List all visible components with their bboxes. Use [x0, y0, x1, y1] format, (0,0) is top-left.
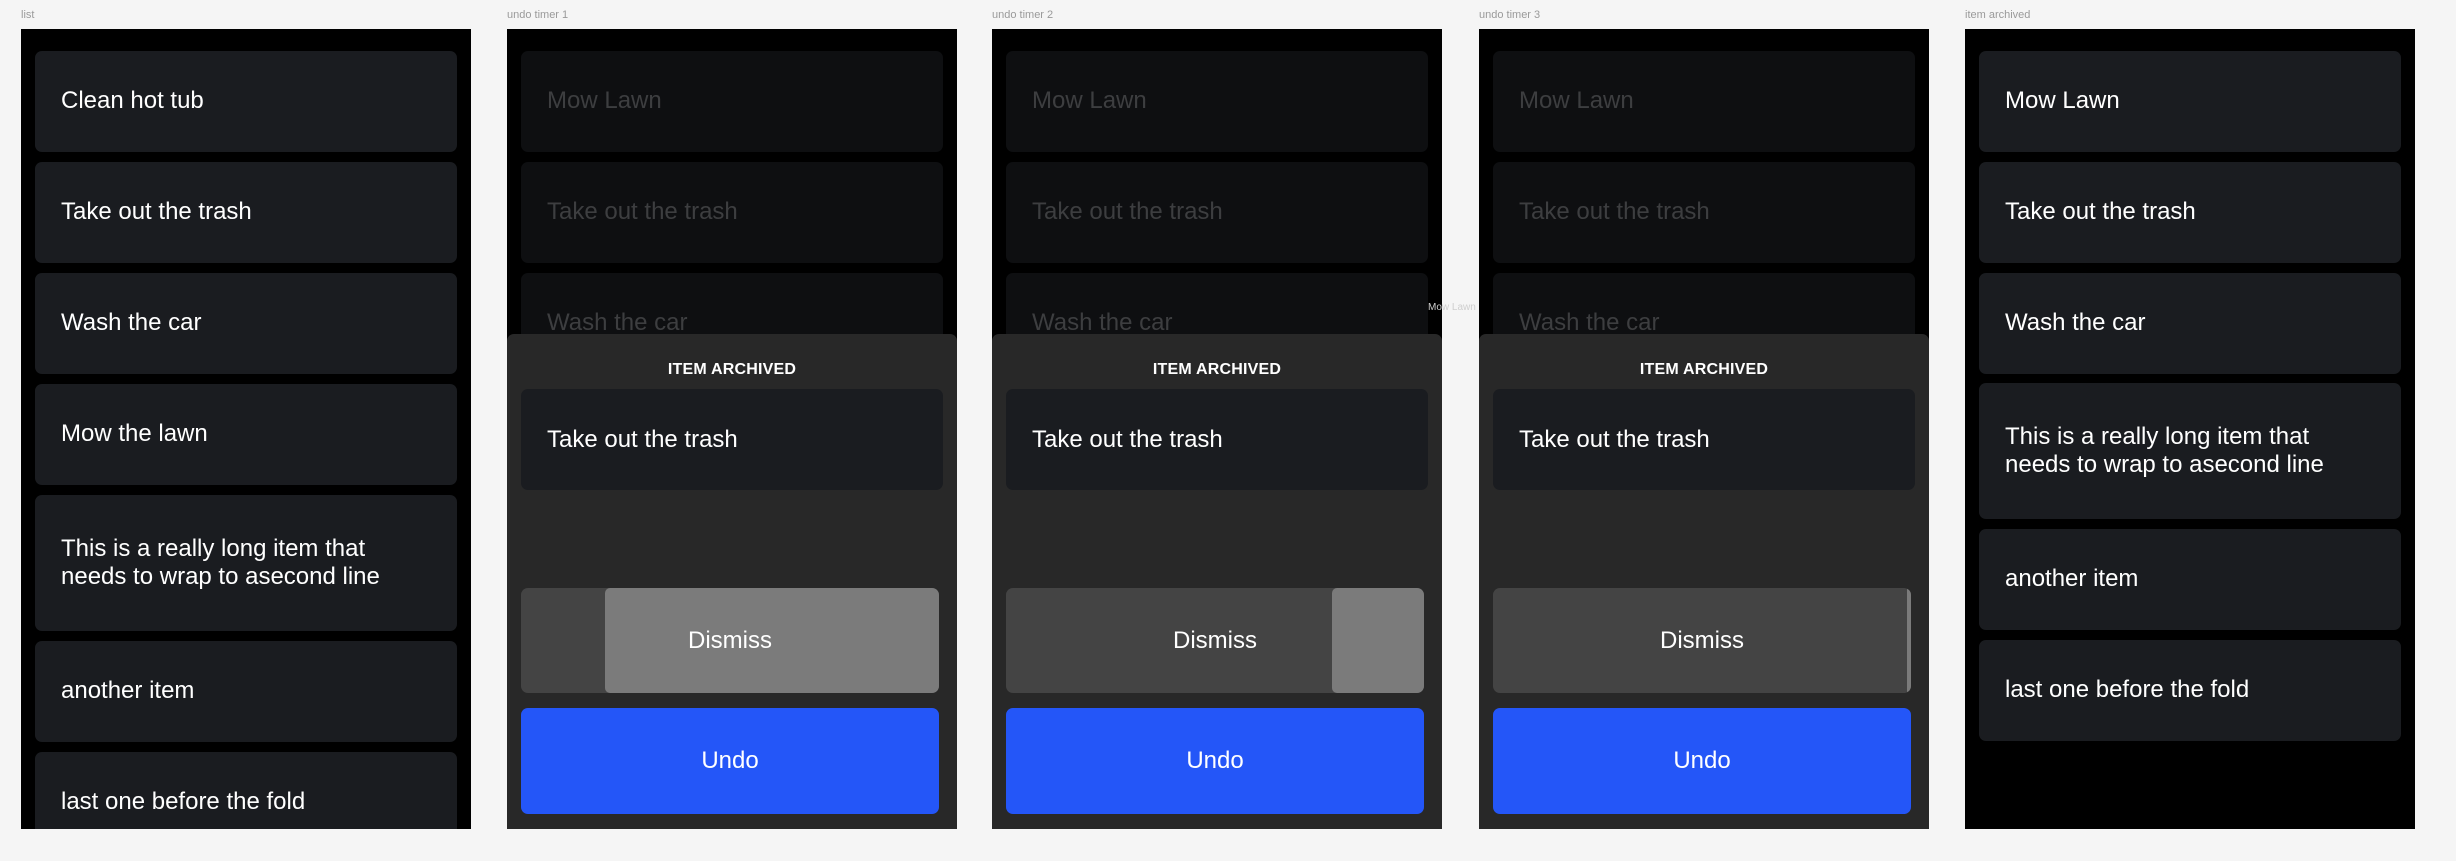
list-item[interactable]: Take out the trash [1979, 162, 2401, 263]
frame-label-undo-timer-2: undo timer 2 [992, 9, 1054, 21]
dimmed-list-item: Take out the trash [1006, 162, 1428, 263]
frame-item-archived: Mow Lawn Take out the trash Wash the car… [1965, 29, 2415, 829]
frame-label-item-archived: item archived [1965, 9, 2031, 21]
dimmed-list-item: Take out the trash [521, 162, 943, 263]
frame-label-undo-timer-3: undo timer 3 [1479, 9, 1541, 21]
frame-label-undo-timer-1: undo timer 1 [507, 9, 569, 21]
frame-label-list: list [21, 9, 35, 21]
archived-sheet: ITEM ARCHIVED Take out the trash Dismiss… [992, 334, 1442, 829]
list-item[interactable]: Mow Lawn [1979, 51, 2401, 152]
archived-item-card: Take out the trash [521, 389, 943, 490]
dimmed-list-item: Mow Lawn [1006, 51, 1428, 152]
list-item[interactable]: another item [35, 641, 457, 742]
dismiss-button[interactable]: Dismiss [1493, 588, 1911, 693]
dismiss-label: Dismiss [688, 626, 772, 654]
frame-undo-timer-3: Mow Lawn Take out the trash Wash the car… [1479, 29, 1929, 829]
dimmed-list-item: Take out the trash [1493, 162, 1915, 263]
dismiss-label: Dismiss [1173, 626, 1257, 654]
frame-undo-timer-2: Mow Lawn Take out the trash Wash the car… [992, 29, 1442, 829]
undo-button[interactable]: Undo [521, 708, 939, 814]
list-item[interactable]: Wash the car [1979, 273, 2401, 374]
dismiss-button[interactable]: Dismiss [521, 588, 939, 693]
dimmed-list-item: Mow Lawn [521, 51, 943, 152]
list-item[interactable]: another item [1979, 529, 2401, 630]
archived-sheet: ITEM ARCHIVED Take out the trash Dismiss… [1479, 334, 1929, 829]
dimmed-list-item: Mow Lawn [1493, 51, 1915, 152]
frame-list: Clean hot tub Take out the trash Wash th… [21, 29, 471, 829]
sheet-title: ITEM ARCHIVED [1152, 361, 1282, 378]
list-item[interactable]: This is a really long item that needs to… [35, 495, 457, 631]
list-item[interactable]: This is a really long item that needs to… [1979, 383, 2401, 519]
list-item[interactable]: Take out the trash [35, 162, 457, 263]
list-item[interactable]: Clean hot tub [35, 51, 457, 152]
list-item[interactable]: last one before the fold [35, 752, 457, 829]
frame-undo-timer-1: Mow Lawn Take out the trash Wash the car… [507, 29, 957, 829]
stray-text: Mow Lawn [1428, 302, 1476, 313]
list-item[interactable]: Mow the lawn [35, 384, 457, 485]
archived-sheet: ITEM ARCHIVED Take out the trash Dismiss… [507, 334, 957, 829]
dismiss-label: Dismiss [1660, 626, 1744, 654]
archived-item-card: Take out the trash [1006, 389, 1428, 490]
archived-item-card: Take out the trash [1493, 389, 1915, 490]
undo-button[interactable]: Undo [1493, 708, 1911, 814]
undo-button[interactable]: Undo [1006, 708, 1424, 814]
dismiss-button[interactable]: Dismiss [1006, 588, 1424, 693]
list-item[interactable]: Wash the car [35, 273, 457, 374]
sheet-title: ITEM ARCHIVED [1639, 361, 1769, 378]
sheet-title: ITEM ARCHIVED [667, 361, 797, 378]
list-item[interactable]: last one before the fold [1979, 640, 2401, 741]
